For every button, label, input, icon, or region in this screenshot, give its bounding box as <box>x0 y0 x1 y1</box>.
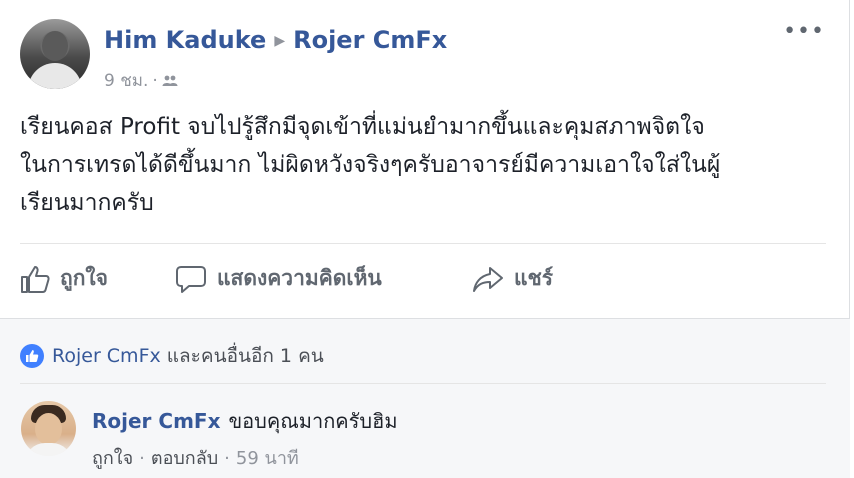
comment-meta: ถูกใจ · ตอบกลับ · 59 นาที <box>92 443 299 472</box>
comment-label: แสดงความคิดเห็น <box>217 266 382 290</box>
post-text-line: เรียนคอส Profit จบไปรู้สึกมีจุดเข้าที่แม… <box>20 114 705 140</box>
comment-button[interactable]: แสดงความคิดเห็น <box>175 262 382 295</box>
post-header: Him Kaduke ▶ Rojer CmFx <box>104 26 447 54</box>
comment-body: Rojer CmFx ขอบคุณมากครับฮิม <box>92 405 398 437</box>
friends-icon[interactable] <box>162 72 178 86</box>
avatar-shirt <box>25 443 72 456</box>
post-text-line: ในการเทรดได้ดีขึ้นมาก ไม่ผิดหวังจริงๆครั… <box>20 152 721 178</box>
thumbs-up-icon <box>21 265 50 293</box>
meta-separator: · <box>139 448 145 469</box>
more-options-icon[interactable]: ••• <box>783 21 825 43</box>
divider <box>20 243 826 244</box>
reaction-user-link[interactable]: Rojer CmFx <box>52 345 161 367</box>
meta-separator: · <box>152 71 158 91</box>
target-name-link[interactable]: Rojer CmFx <box>293 26 447 54</box>
speech-bubble-icon <box>176 265 206 293</box>
post-card: Him Kaduke ▶ Rojer CmFx 9 ชม. · ••• เรียนคอ… <box>0 0 850 478</box>
post-meta: 9 ชม. · <box>104 67 178 94</box>
comment-like-link[interactable]: ถูกใจ <box>92 448 133 469</box>
reaction-others[interactable]: และคนอื่นอีก 1 คน <box>161 341 324 371</box>
like-badge-icon <box>20 344 44 368</box>
social-section: Rojer CmFx และคนอื่นอีก 1 คน Rojer CmFx ข… <box>0 318 850 478</box>
author-avatar[interactable] <box>20 19 90 89</box>
avatar-face <box>35 413 62 445</box>
like-label: ถูกใจ <box>60 266 108 290</box>
post-text-line: เรียนมากครับ <box>20 190 154 216</box>
share-arrow-icon <box>473 266 503 292</box>
post-timestamp[interactable]: 9 ชม. <box>104 71 148 91</box>
action-bar: ถูกใจ แสดงความคิดเห็น แชร์ <box>20 262 826 296</box>
post-body: เรียนคอส Profit จบไปรู้สึกมีจุดเข้าที่แม… <box>20 108 820 222</box>
meta-separator: · <box>224 448 230 469</box>
commenter-name-link[interactable]: Rojer CmFx <box>92 409 220 433</box>
avatar-head <box>42 31 68 61</box>
like-button[interactable]: ถูกใจ <box>20 262 108 295</box>
author-name-link[interactable]: Him Kaduke <box>104 26 266 54</box>
commenter-avatar[interactable] <box>21 401 76 456</box>
divider <box>20 383 826 384</box>
share-button[interactable]: แชร์ <box>472 262 553 295</box>
comment-timestamp[interactable]: 59 นาที <box>236 448 299 469</box>
arrow-right-icon: ▶ <box>274 33 286 49</box>
comment-reply-link[interactable]: ตอบกลับ <box>151 448 218 469</box>
reactions-summary[interactable]: Rojer CmFx และคนอื่นอีก 1 คน <box>20 341 324 371</box>
avatar-shoulders <box>28 63 82 89</box>
comment-text: ขอบคุณมากครับฮิม <box>228 409 398 433</box>
share-label: แชร์ <box>514 266 554 290</box>
